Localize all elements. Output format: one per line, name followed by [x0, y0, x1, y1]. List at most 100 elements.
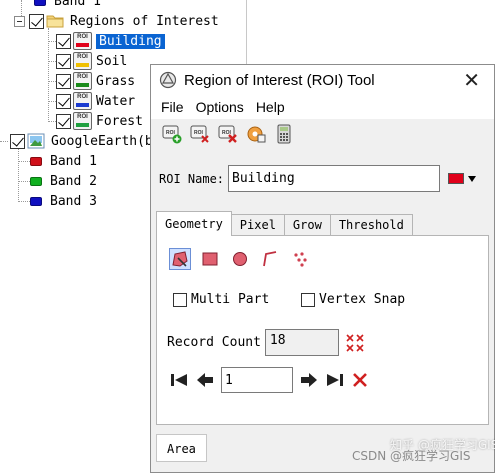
- roi-properties-icon[interactable]: [245, 123, 267, 145]
- multi-part-option[interactable]: Multi Part: [173, 292, 269, 307]
- tree-item-roi-water[interactable]: ROI Water: [56, 91, 135, 111]
- band-icon: [30, 176, 42, 186]
- roi-name-input[interactable]: [228, 165, 441, 192]
- polyline-icon: [263, 251, 277, 267]
- ellipse-tool[interactable]: [229, 248, 251, 270]
- menu-help[interactable]: Help: [256, 99, 285, 115]
- polyline-tool[interactable]: [259, 248, 281, 270]
- tree-item-band-1[interactable]: Band 1: [26, 151, 97, 171]
- checkbox[interactable]: [56, 33, 71, 49]
- menu-file[interactable]: File: [161, 99, 184, 115]
- roi-icon: ROI: [73, 72, 92, 90]
- collapse-toggle[interactable]: [14, 15, 25, 27]
- tree-item-roi-building[interactable]: ROI Building: [56, 31, 165, 51]
- tree-item-band-3[interactable]: Band 3: [26, 191, 97, 211]
- tab-geometry[interactable]: Geometry: [156, 211, 232, 236]
- vertex-snap-checkbox[interactable]: [301, 292, 315, 307]
- toolbar: ROI ROI ROI: [151, 119, 494, 149]
- vertex-snap-option[interactable]: Vertex Snap: [301, 292, 405, 307]
- roi-color-picker[interactable]: [448, 173, 477, 184]
- menu-bar: File Options Help: [151, 95, 494, 119]
- checkbox[interactable]: [29, 13, 44, 29]
- watermark: CSDN @疯狂学习GIS: [352, 449, 471, 463]
- close-button[interactable]: ✕: [463, 68, 480, 93]
- new-roi-icon[interactable]: ROI: [161, 123, 183, 145]
- delete-all-roi-icon[interactable]: ROI: [217, 123, 239, 145]
- roi-icon: ROI: [73, 112, 92, 130]
- dialog-title: Region of Interest (ROI) Tool: [184, 71, 375, 89]
- multi-part-label: Multi Part: [191, 292, 270, 307]
- multi-part-checkbox[interactable]: [173, 292, 187, 307]
- tree-item-label: Band 2: [50, 173, 97, 189]
- roi-icon: ROI: [73, 92, 92, 110]
- statistics-icon[interactable]: [273, 123, 295, 145]
- tree-item-roi-soil[interactable]: ROI Soil: [56, 51, 127, 71]
- tree-item-roi-grass[interactable]: ROI Grass: [56, 71, 135, 91]
- folder-icon: [46, 15, 64, 28]
- ellipse-icon: [233, 252, 247, 266]
- tree-item-label: Regions of Interest: [70, 13, 219, 29]
- record-index-input[interactable]: [221, 367, 293, 393]
- tab-bar: Geometry Pixel Grow Threshold: [156, 211, 413, 236]
- tree-item-label: GoogleEarth(b: [51, 133, 153, 149]
- vertex-snap-label: Vertex Snap: [319, 292, 406, 307]
- point-tool[interactable]: [289, 248, 311, 270]
- delete-roi-icon[interactable]: ROI: [189, 123, 211, 145]
- tree-item-label: Band 1: [50, 153, 97, 169]
- menu-options[interactable]: Options: [196, 99, 244, 115]
- tree-item-label: Forest: [96, 113, 143, 129]
- tab-threshold[interactable]: Threshold: [329, 214, 413, 236]
- tab-grow[interactable]: Grow: [283, 214, 331, 236]
- tree-line: [0, 141, 8, 142]
- next-record-icon[interactable]: [299, 371, 319, 389]
- delete-records-icon[interactable]: [345, 333, 365, 353]
- band-icon: [30, 156, 42, 166]
- checkbox[interactable]: [10, 133, 25, 149]
- rectangle-tool[interactable]: [199, 248, 221, 270]
- checkbox[interactable]: [56, 53, 71, 69]
- tree-item-label: Band 1: [54, 0, 101, 9]
- roi-tool-dialog: Region of Interest (ROI) Tool ✕ File Opt…: [150, 64, 495, 473]
- tree-item-label: Water: [96, 93, 136, 109]
- tree-item-label: Building: [96, 33, 165, 49]
- tree-item-raster[interactable]: GoogleEarth(b: [10, 131, 153, 151]
- tree-item-label: Grass: [96, 73, 136, 89]
- roi-name-row: ROI Name:: [159, 165, 477, 192]
- tree-item-band-1-top[interactable]: Band 1: [30, 0, 101, 11]
- chevron-down-icon: [468, 175, 477, 182]
- shape-tools: [169, 248, 311, 270]
- tab-area[interactable]: Area: [156, 434, 207, 462]
- point-icon: [294, 252, 307, 267]
- rectangle-icon: [202, 252, 218, 266]
- roi-icon: ROI: [73, 52, 92, 70]
- geometry-panel: Multi Part Vertex Snap Record Count 18: [156, 235, 489, 425]
- color-swatch: [448, 173, 465, 184]
- first-record-icon[interactable]: [169, 371, 189, 389]
- svg-text:ROI: ROI: [166, 130, 176, 136]
- record-navigation: [169, 367, 369, 393]
- tree-line: [48, 28, 49, 122]
- last-record-icon[interactable]: [325, 371, 345, 389]
- delete-record-icon[interactable]: [351, 371, 369, 389]
- previous-record-icon[interactable]: [195, 371, 215, 389]
- tree-line: [18, 148, 19, 202]
- tree-item-label: Soil: [96, 53, 128, 69]
- roi-icon: ROI: [73, 32, 92, 50]
- raster-icon: [27, 133, 45, 149]
- checkbox[interactable]: [56, 93, 71, 109]
- record-count-value: 18: [264, 329, 339, 356]
- dialog-titlebar[interactable]: Region of Interest (ROI) Tool ✕: [151, 65, 494, 95]
- record-count-row: Record Count 18: [167, 329, 365, 356]
- band-icon: [30, 196, 42, 206]
- record-count-label: Record Count: [167, 335, 261, 350]
- tree-item-roi-forest[interactable]: ROI Forest: [56, 111, 143, 131]
- tree-item-regions-of-interest[interactable]: Regions of Interest: [14, 11, 219, 31]
- checkbox[interactable]: [56, 113, 71, 129]
- roi-name-label: ROI Name:: [159, 171, 225, 186]
- svg-text:ROI: ROI: [194, 130, 204, 136]
- tab-pixel[interactable]: Pixel: [230, 214, 285, 236]
- polygon-tool[interactable]: [169, 248, 191, 270]
- band-icon: [34, 0, 46, 6]
- checkbox[interactable]: [56, 73, 71, 89]
- tree-item-band-2[interactable]: Band 2: [26, 171, 97, 191]
